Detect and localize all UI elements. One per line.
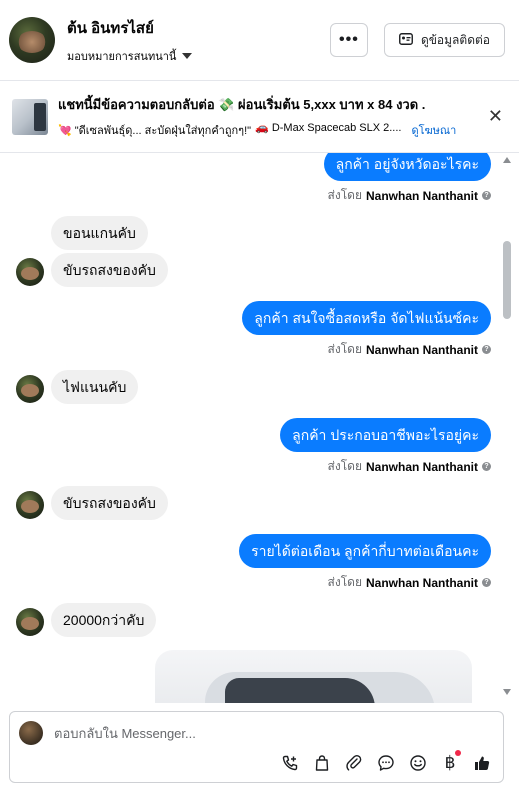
contact-info: ต้น อินทรไสย์ มอบหมายการสนทนานี้ <box>67 16 193 65</box>
chat-bubble-icon[interactable] <box>375 752 397 774</box>
ad-description-right: 🚗 D-Max Spacecab SLX 2.... <box>255 122 402 134</box>
sent-by-prefix: ส่งโดย <box>327 188 362 202</box>
view-contact-button[interactable]: ดูข้อมูลติดต่อ <box>383 23 505 57</box>
sent-by-prefix: ส่งโดย <box>327 575 362 589</box>
conversation-header: ต้น อินทรไสย์ มอบหมายการสนทนานี้ ••• ดูข… <box>0 0 519 81</box>
sent-by-label: ส่งโดย Nanwhan Nanthanit ? <box>328 186 491 205</box>
question-icon[interactable]: ? <box>482 345 491 354</box>
ad-thumbnail[interactable] <box>12 98 48 135</box>
incoming-message[interactable]: ขับรถสงของคับ <box>51 253 168 287</box>
contact-avatar-small[interactable] <box>16 258 44 286</box>
page-avatar <box>19 721 43 745</box>
thumbs-up-icon[interactable] <box>471 752 493 774</box>
ad-title: แชทนี้มีข้อความตอบกลับต่อ 💸 ผ่อนเริ่มต้น… <box>58 97 426 112</box>
incoming-message[interactable]: 20000กว่าคับ <box>51 603 157 637</box>
contact-avatar-small[interactable] <box>16 491 44 519</box>
assign-conversation-dropdown[interactable]: มอบหมายการสนทนานี้ <box>67 47 193 65</box>
ad-text: แชทนี้มีข้อความตอบกลับต่อ 💸 ผ่อนเริ่มต้น… <box>58 94 484 139</box>
close-icon[interactable]: ✕ <box>484 105 507 129</box>
contact-avatar-small[interactable] <box>16 608 44 636</box>
ad-description: 💘 "ดีเซลพันธุ์ดุ... สะบัดฝุ่นใส่ทุกคำถูก… <box>58 121 484 139</box>
notification-dot <box>455 750 461 756</box>
scroll-up-arrow-icon[interactable] <box>503 157 511 163</box>
outgoing-message[interactable]: ลูกค้า สนใจซื้อสดหรือ จัดไฟแน้นซ์คะ <box>242 301 491 335</box>
incoming-message[interactable]: ขับรถสงของคับ <box>51 486 168 520</box>
contact-avatar-small[interactable] <box>16 375 44 403</box>
outgoing-message[interactable]: ลูกค้า อยู่จังหวัดอะไรคะ <box>323 153 491 181</box>
scroll-thumb[interactable] <box>503 241 511 319</box>
sent-by-label: ส่งโดย Nanwhan Nanthanit ? <box>328 340 491 359</box>
sent-by-label: ส่งโดย Nanwhan Nanthanit ? <box>328 457 491 476</box>
car-window <box>225 678 375 703</box>
sender-name: Nanwhan Nanthanit <box>365 342 478 357</box>
bag-icon[interactable] <box>311 752 333 774</box>
sender-name: Nanwhan Nanthanit <box>365 575 478 590</box>
sent-by-label: ส่งโดย Nanwhan Nanthanit ? <box>328 573 491 592</box>
sender-name: Nanwhan Nanthanit <box>365 188 478 203</box>
question-icon[interactable]: ? <box>482 462 491 471</box>
contact-avatar[interactable] <box>9 17 55 63</box>
reply-composer: ฿ <box>9 711 504 783</box>
message-thread[interactable]: ลูกค้า อยู่จังหวัดอะไรคะ ส่งโดย Nanwhan … <box>0 153 519 703</box>
incoming-message[interactable]: ขอนแกนคับ <box>51 216 148 250</box>
caret-down-icon <box>182 52 193 59</box>
outgoing-message[interactable]: ลูกค้า ประกอบอาชีพอะไรอยู่คะ <box>280 418 491 452</box>
assign-conversation-label: มอบหมายการสนทนานี้ <box>67 50 177 63</box>
baht-icon[interactable]: ฿ <box>439 750 461 774</box>
view-contact-label: ดูข้อมูลติดต่อ <box>420 32 490 47</box>
more-options-label: ••• <box>339 31 359 48</box>
reply-input[interactable] <box>54 721 474 745</box>
outgoing-message[interactable]: รายได้ต่อเดือน ลูกค้ากี่บาทต่อเดือนคะ <box>239 534 491 568</box>
question-icon[interactable]: ? <box>482 578 491 587</box>
ad-context-banner: แชทนี้มีข้อความตอบกลับต่อ 💸 ผ่อนเริ่มต้น… <box>0 81 519 153</box>
outgoing-image-attachment[interactable] <box>155 650 472 703</box>
scroll-down-arrow-icon[interactable] <box>503 689 511 695</box>
header-actions: ••• ดูข้อมูลติดต่อ <box>329 23 505 57</box>
incoming-message[interactable]: ไฟแนนคับ <box>51 370 139 404</box>
add-call-icon[interactable] <box>279 752 301 774</box>
contact-card-icon <box>398 32 413 48</box>
ad-description-left: 💘 "ดีเซลพันธุ์ดุ... สะบัดฝุ่นใส่ทุกคำถูก… <box>58 125 252 137</box>
sent-by-prefix: ส่งโดย <box>327 342 362 356</box>
smiley-icon[interactable] <box>407 752 429 774</box>
contact-name[interactable]: ต้น อินทรไสย์ <box>67 16 192 40</box>
paperclip-icon[interactable] <box>343 752 365 774</box>
question-icon[interactable]: ? <box>482 191 491 200</box>
sent-by-prefix: ส่งโดย <box>327 459 362 473</box>
thread-scrollbar[interactable] <box>502 153 512 701</box>
view-ad-link[interactable]: ดูโฆษณา <box>411 121 456 139</box>
more-options-button[interactable]: ••• <box>329 23 368 57</box>
sender-name: Nanwhan Nanthanit <box>365 459 478 474</box>
composer-toolbar: ฿ <box>279 750 493 774</box>
